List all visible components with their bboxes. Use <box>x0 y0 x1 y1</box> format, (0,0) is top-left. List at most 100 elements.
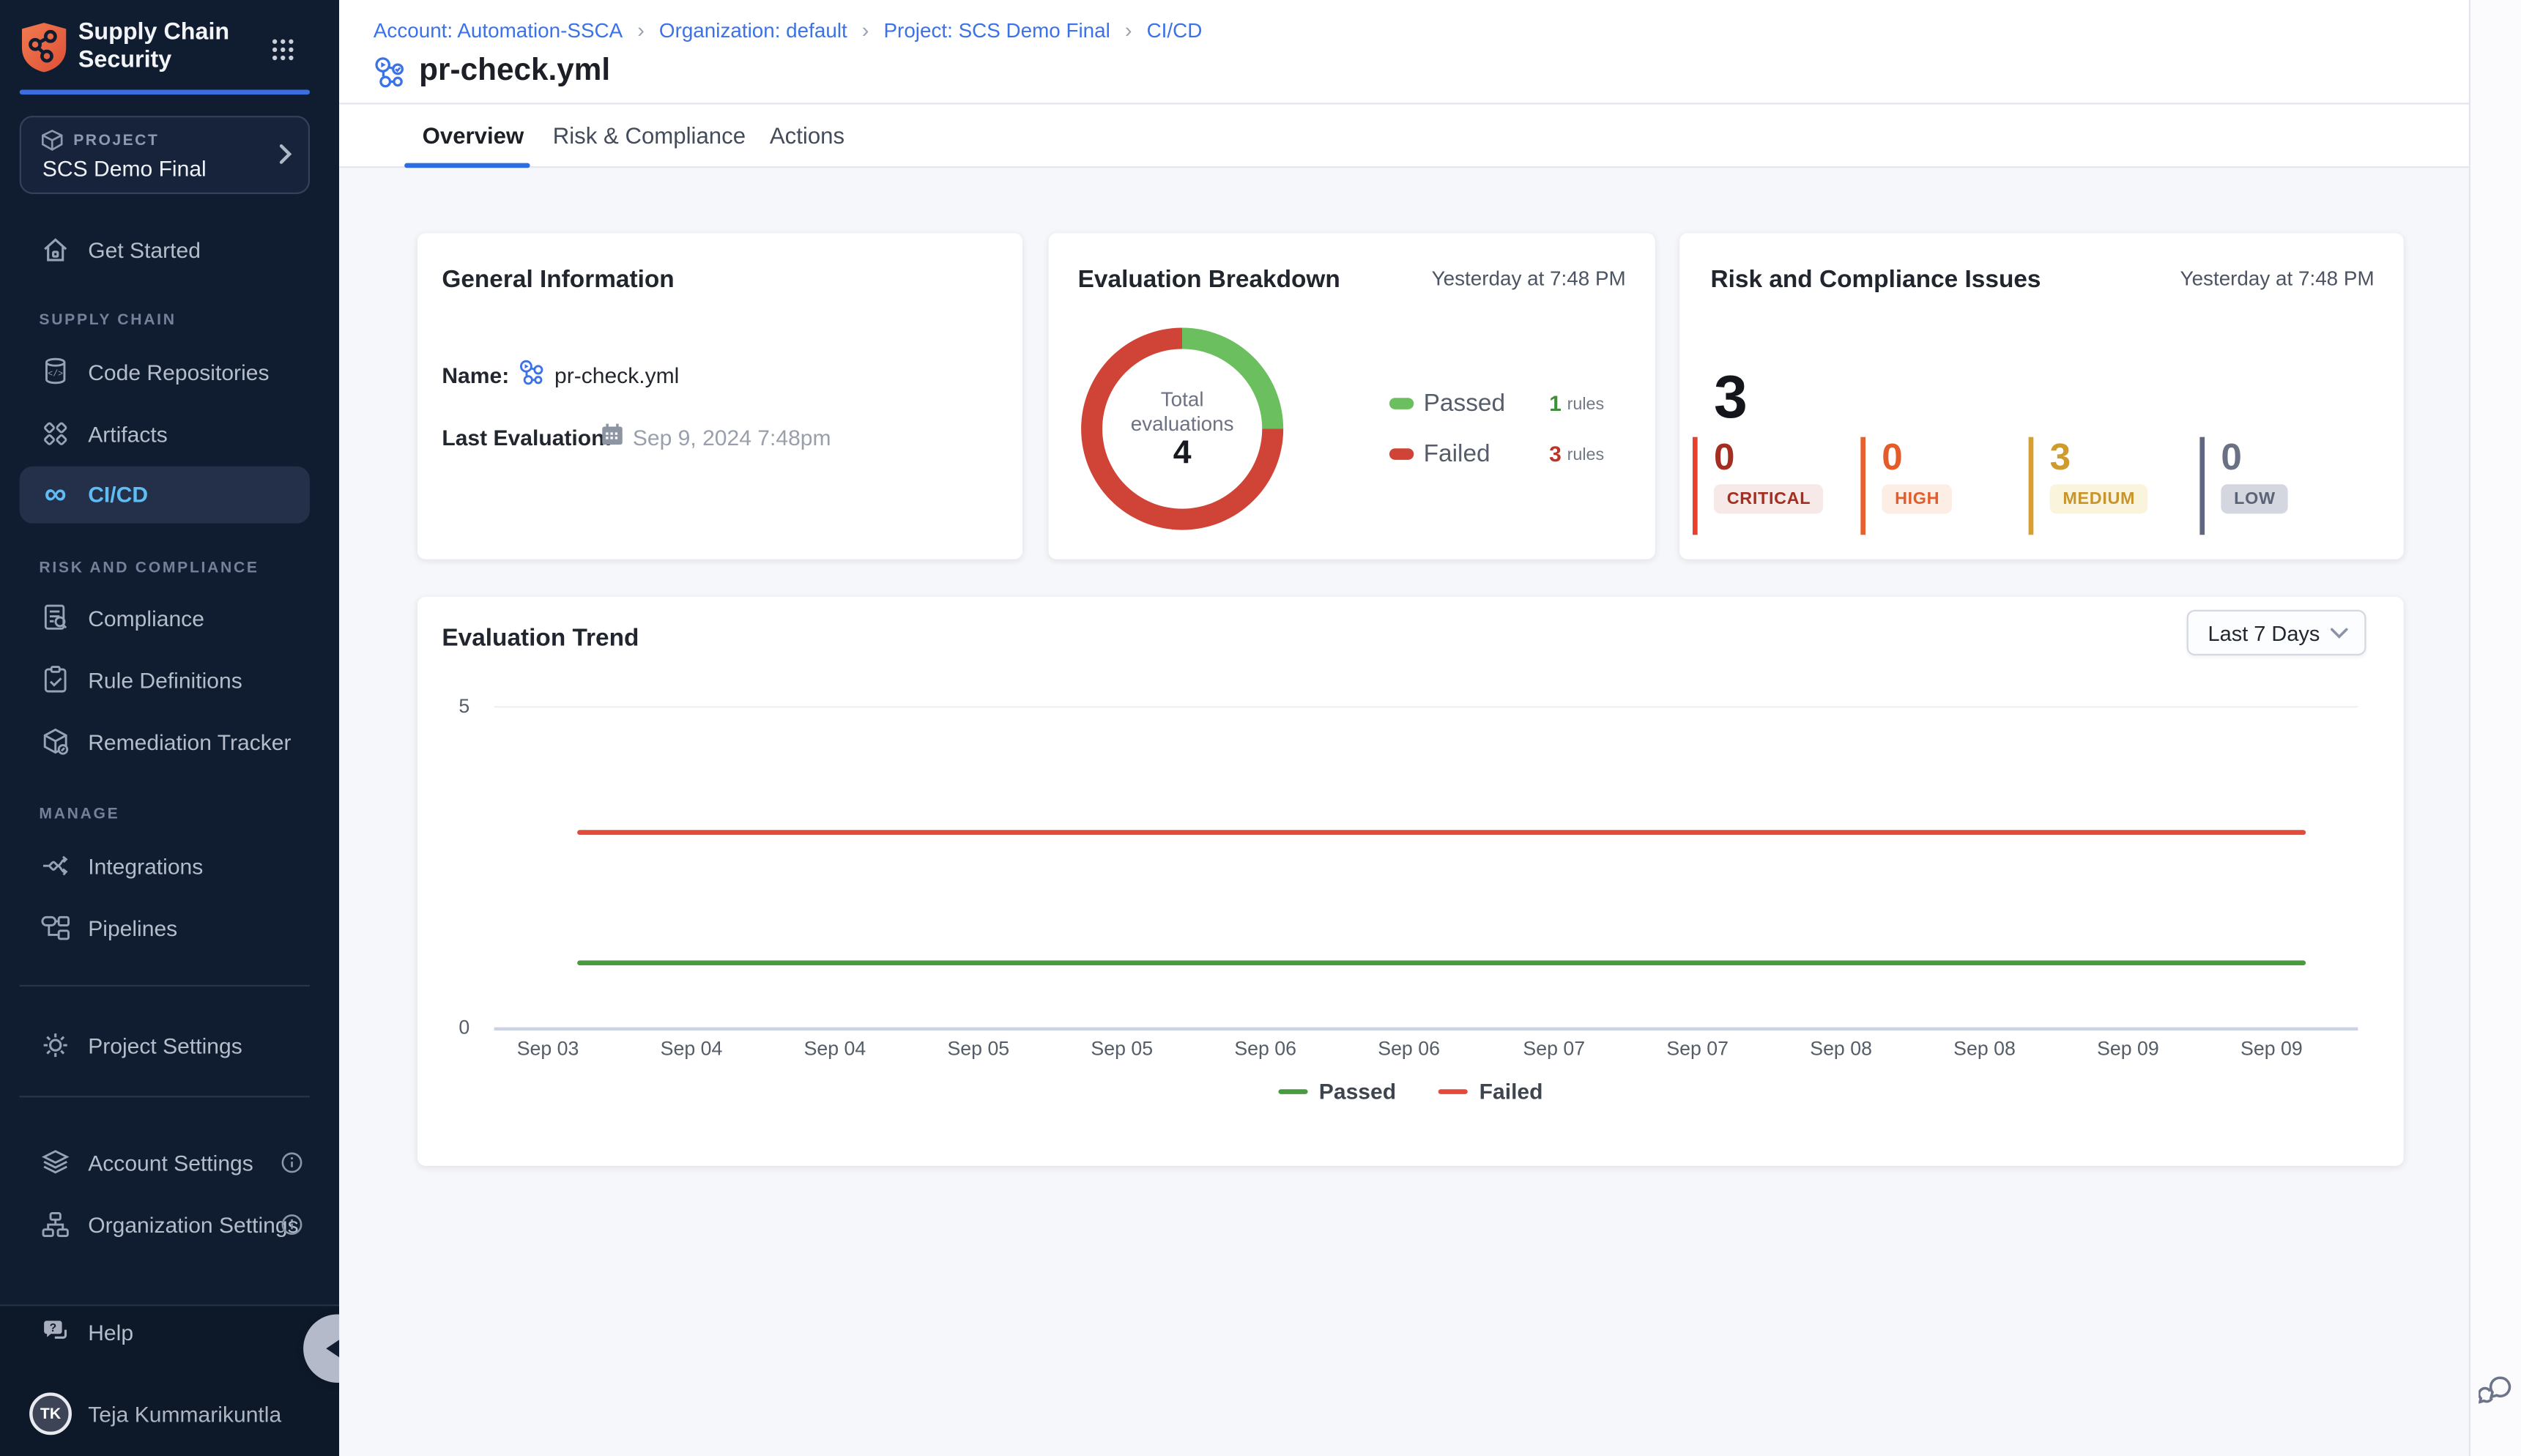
donut-center-label: Total evaluations 4 <box>1102 388 1262 467</box>
sidebar-item-label: Account Settings <box>88 1151 253 1175</box>
sidebar-item-label: Organization Settings <box>88 1212 298 1236</box>
breadcrumb-account[interactable]: Account: Automation-SSCA <box>374 19 623 42</box>
remediation-box-icon <box>39 726 72 759</box>
sidebar-item-label: Integrations <box>88 854 203 878</box>
x-tick: Sep 04 <box>804 1037 866 1060</box>
collapse-left-icon <box>325 1339 340 1359</box>
user-name: Teja Kummarikuntla <box>88 1403 281 1427</box>
low-count: 0 <box>2221 437 2288 476</box>
card-timestamp: Yesterday at 7:48 PM <box>1432 267 1626 290</box>
chevron-down-icon <box>2331 627 2348 639</box>
organization-icon <box>39 1208 72 1241</box>
tab-bar: Overview Risk & Compliance Actions <box>339 104 2469 168</box>
card-title: General Information <box>442 266 674 294</box>
total-evaluations-value: 4 <box>1102 442 1262 466</box>
sidebar-item-compliance[interactable]: Compliance <box>0 593 339 642</box>
home-icon <box>39 233 72 266</box>
breadcrumb-separator: › <box>1125 18 1132 42</box>
x-tick: Sep 03 <box>517 1037 579 1060</box>
sidebar-item-code-repositories[interactable]: </> Code Repositories <box>0 347 339 396</box>
breadcrumb-separator: › <box>862 18 869 42</box>
sidebar-item-label: Remediation Tracker <box>88 729 291 754</box>
sidebar-item-label: Rule Definitions <box>88 668 242 692</box>
tab-overview[interactable]: Overview <box>423 104 524 166</box>
sidebar-divider <box>20 985 310 987</box>
sidebar-item-organization-settings[interactable]: Organization Settings <box>0 1200 339 1249</box>
chat-bubbles-icon[interactable] <box>2479 1375 2514 1409</box>
failed-line-swatch <box>1438 1089 1468 1095</box>
sidebar-section-manage: MANAGE <box>39 806 119 823</box>
sidebar-item-artifacts[interactable]: Artifacts <box>0 409 339 458</box>
x-axis-labels: Sep 03 Sep 04 Sep 04 Sep 05 Sep 05 Sep 0… <box>417 1037 2404 1063</box>
card-title: Evaluation Trend <box>442 625 639 653</box>
legend-failed: Failed <box>1438 1080 1543 1104</box>
svg-text:</>: </> <box>48 369 63 379</box>
layers-icon <box>39 1146 72 1179</box>
risk-compliance-issues-card: Risk and Compliance Issues Yesterday at … <box>1679 233 2404 559</box>
general-information-card: General Information Name: pr-check.yml L… <box>417 233 1022 559</box>
active-tab-underline <box>404 163 530 168</box>
sidebar-item-cicd[interactable]: ∞ CI/CD <box>20 467 310 524</box>
failed-count: 3 <box>1549 442 1562 466</box>
info-icon <box>281 1151 303 1174</box>
breadcrumb-cicd[interactable]: CI/CD <box>1147 19 1203 42</box>
low-badge: LOW <box>2221 484 2288 513</box>
avatar-initials: TK <box>40 1405 61 1422</box>
x-tick: Sep 09 <box>2240 1037 2303 1060</box>
sidebar-item-help[interactable]: ? Help <box>0 1308 339 1357</box>
last-evaluation-label: Last Evaluation: <box>442 426 612 450</box>
name-value: pr-check.yml <box>554 363 679 387</box>
gridline-5 <box>494 706 2358 707</box>
tab-risk-compliance[interactable]: Risk & Compliance <box>553 104 746 166</box>
card-title: Risk and Compliance Issues <box>1710 266 2041 294</box>
sidebar: Supply Chain Security PROJECT SCS Demo F… <box>0 0 339 1456</box>
passed-series-line <box>577 960 2306 965</box>
failed-unit: rules <box>1567 445 1605 465</box>
x-axis-line <box>494 1028 2358 1030</box>
breadcrumb: Account: Automation-SSCA › Organization:… <box>374 18 1202 42</box>
project-cube-icon <box>41 129 64 152</box>
sidebar-item-label: CI/CD <box>88 483 148 507</box>
medium-count: 3 <box>2050 437 2148 476</box>
total-issues-value: 3 <box>1714 363 1748 432</box>
critical-count: 0 <box>1714 437 1824 476</box>
sidebar-item-get-started[interactable]: Get Started <box>0 225 339 274</box>
passed-count: 1 <box>1549 391 1562 415</box>
time-range-dropdown[interactable]: Last 7 Days <box>2187 610 2366 655</box>
sidebar-item-label: Get Started <box>88 237 201 261</box>
page-title: pr-check.yml <box>419 53 610 89</box>
sidebar-item-rule-definitions[interactable]: Rule Definitions <box>0 655 339 705</box>
module-grid-icon[interactable] <box>271 37 295 62</box>
supply-chain-security-logo-icon <box>20 21 69 73</box>
artifacts-icon <box>39 417 72 450</box>
code-repository-icon: </> <box>39 355 72 388</box>
x-tick: Sep 07 <box>1523 1037 1585 1060</box>
x-tick: Sep 08 <box>1953 1037 2016 1060</box>
sidebar-item-pipelines[interactable]: Pipelines <box>0 903 339 952</box>
breadcrumb-project[interactable]: Project: SCS Demo Final <box>884 19 1110 42</box>
sidebar-item-remediation-tracker[interactable]: Remediation Tracker <box>0 718 339 767</box>
high-count: 0 <box>1882 437 1953 476</box>
breadcrumb-separator: › <box>637 18 645 42</box>
pipeline-icon <box>519 359 546 387</box>
page-header: Account: Automation-SSCA › Organization:… <box>339 0 2469 168</box>
breadcrumb-organization[interactable]: Organization: default <box>659 19 847 42</box>
sidebar-section-supply-chain: SUPPLY CHAIN <box>39 311 176 329</box>
sidebar-item-project-settings[interactable]: Project Settings <box>0 1021 339 1070</box>
x-tick: Sep 07 <box>1666 1037 1729 1060</box>
severity-medium: 3 MEDIUM <box>2029 437 2148 535</box>
project-label: PROJECT <box>73 132 159 149</box>
app-title: Supply Chain Security <box>78 20 229 73</box>
project-selector[interactable]: PROJECT SCS Demo Final <box>20 116 310 194</box>
chart-legend: Passed Failed <box>417 1080 2404 1104</box>
y-axis-tick-5: 5 <box>431 694 469 717</box>
card-title: Evaluation Breakdown <box>1078 266 1340 294</box>
integrations-icon <box>39 850 72 883</box>
tab-actions[interactable]: Actions <box>770 104 844 166</box>
sidebar-item-account-settings[interactable]: Account Settings <box>0 1138 339 1187</box>
avatar[interactable]: TK <box>29 1392 72 1435</box>
x-tick: Sep 06 <box>1234 1037 1296 1060</box>
evaluation-trend-card: Evaluation Trend Last 7 Days 5 0 Sep 03 … <box>417 597 2404 1166</box>
x-tick: Sep 05 <box>947 1037 1009 1060</box>
sidebar-item-integrations[interactable]: Integrations <box>0 842 339 891</box>
